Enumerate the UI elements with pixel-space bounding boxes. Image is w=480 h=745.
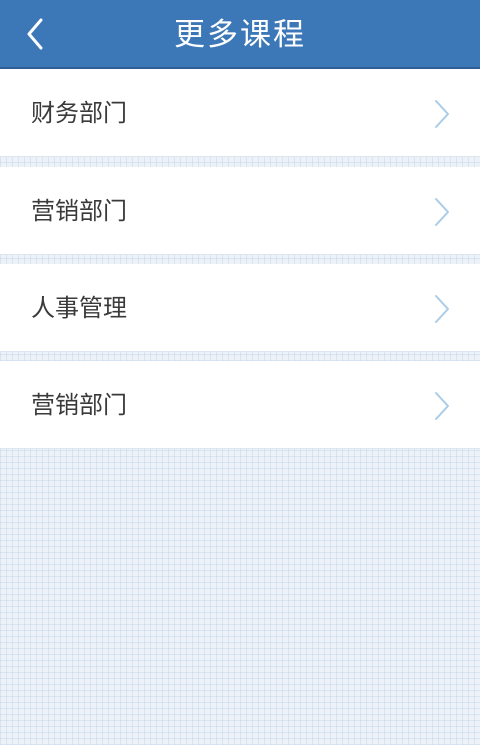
list-item-hr[interactable]: 人事管理 xyxy=(0,264,480,352)
chevron-right-icon xyxy=(435,392,449,420)
list-item-label: 人事管理 xyxy=(31,294,127,322)
chevron-left-icon xyxy=(27,18,43,50)
list-item-label: 营销部门 xyxy=(31,197,127,225)
page-title: 更多课程 xyxy=(174,17,306,53)
list-item-label: 财务部门 xyxy=(31,99,127,127)
list-item-marketing[interactable]: 营销部门 xyxy=(0,167,480,255)
list-item-finance[interactable]: 财务部门 xyxy=(0,69,480,157)
chevron-right-icon xyxy=(435,198,449,226)
back-button[interactable] xyxy=(18,12,62,56)
chevron-right-icon xyxy=(435,100,449,128)
top-navigation-bar: 更多课程 xyxy=(0,0,480,69)
list-item-marketing-2[interactable]: 营销部门 xyxy=(0,361,480,449)
list-item-label: 营销部门 xyxy=(31,391,127,419)
chevron-right-icon xyxy=(435,295,449,323)
